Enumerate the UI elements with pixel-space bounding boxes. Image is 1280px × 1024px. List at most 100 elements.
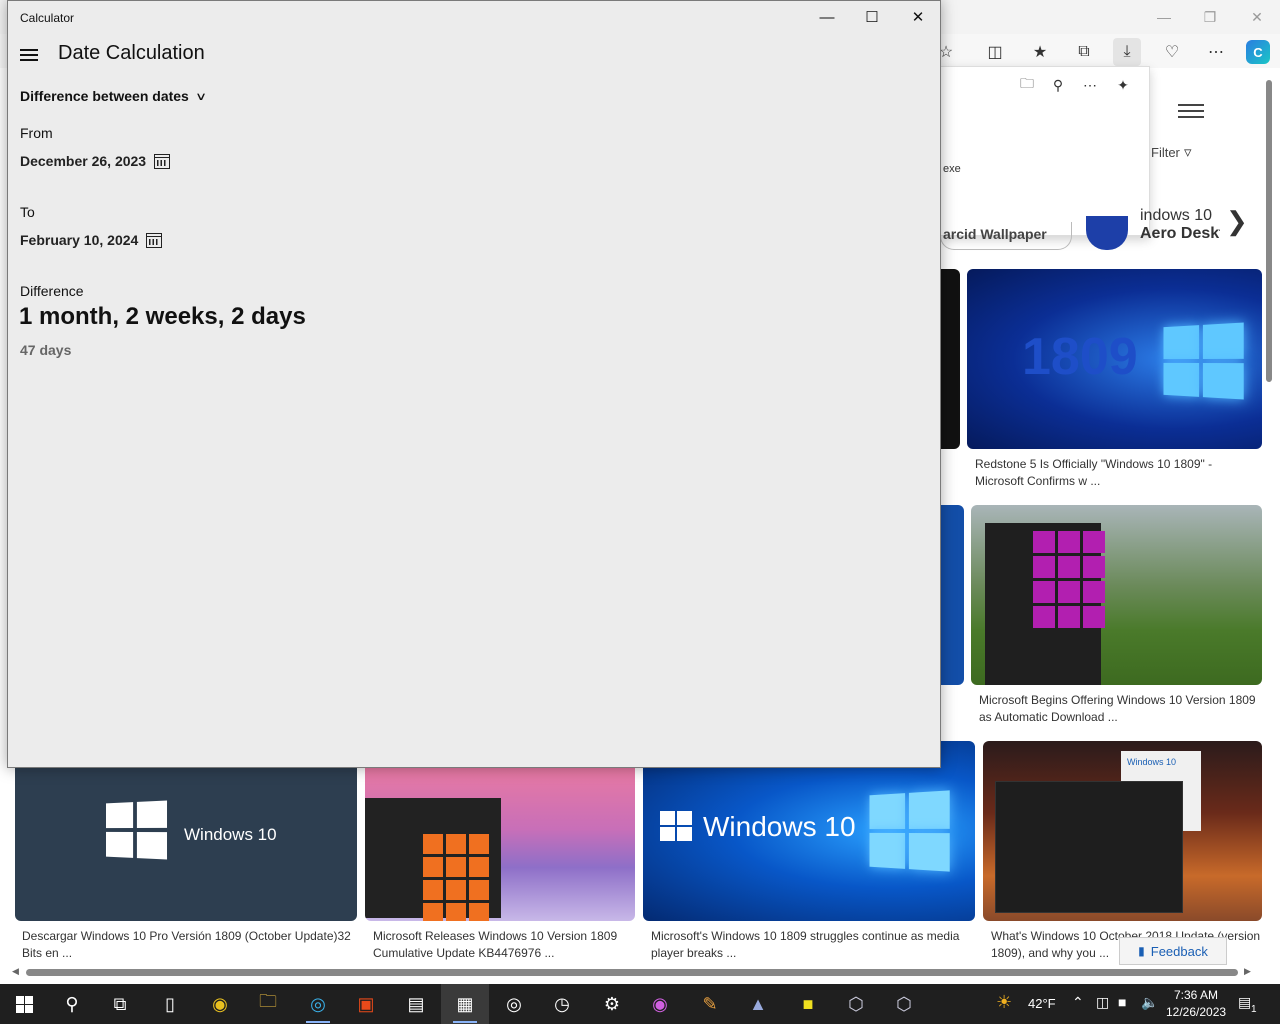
file-explorer-image: [995, 781, 1183, 913]
navigation-menu-icon[interactable]: [20, 46, 38, 62]
scroll-right-icon[interactable]: ▶: [1244, 966, 1251, 977]
image-result-october[interactable]: Windows 10: [983, 741, 1262, 921]
download-file-name[interactable]: exe: [943, 163, 961, 175]
groove-icon[interactable]: ◎: [490, 984, 538, 1024]
pin-icon[interactable]: ✦: [1111, 73, 1135, 97]
favorites-icon[interactable]: ★: [1026, 38, 1054, 66]
result-caption[interactable]: Redstone 5 Is Officially "Windows 10 180…: [975, 456, 1255, 490]
horizontal-scrollbar[interactable]: ◀ ▶: [12, 966, 1252, 980]
related-search-chip[interactable]: arcid Wallpaper: [940, 222, 1072, 250]
related-search-thumbnail[interactable]: [1086, 216, 1128, 250]
maps-icon[interactable]: ◉: [636, 984, 684, 1024]
notepad-icon[interactable]: ▯: [146, 984, 194, 1024]
task-view-icon[interactable]: ⧉: [96, 984, 144, 1024]
network-icon[interactable]: ■: [1118, 994, 1126, 1010]
image-text-windows10: Windows 10: [703, 811, 856, 842]
image-text-windows10: Windows 10: [1127, 757, 1177, 767]
scrollbar-thumb[interactable]: [26, 969, 1238, 976]
result-caption[interactable]: Microsoft's Windows 10 1809 struggles co…: [651, 928, 976, 962]
file-explorer-icon[interactable]: 🗀: [244, 984, 292, 1024]
clock[interactable]: 7:36 AM 12/26/2023: [1166, 987, 1226, 1021]
scrollbar-thumb[interactable]: [1266, 80, 1272, 382]
clock-time: 7:36 AM: [1173, 988, 1219, 1002]
calculator-icon[interactable]: ▦: [441, 984, 489, 1024]
close-button[interactable]: ✕: [895, 1, 941, 33]
chevron-up-icon[interactable]: ⌃: [1072, 994, 1084, 1011]
difference-label: Difference: [20, 283, 84, 299]
start-button[interactable]: [0, 984, 48, 1024]
calculation-mode-dropdown[interactable]: Difference between dates ∨: [20, 88, 207, 104]
volume-muted-icon[interactable]: 🔈: [1141, 994, 1158, 1011]
more-options-icon[interactable]: ⋯: [1202, 38, 1230, 66]
feedback-button[interactable]: ▮ Feedback: [1119, 937, 1227, 965]
image-result-redstone[interactable]: 1809: [967, 269, 1262, 449]
snip-icon[interactable]: ▲: [734, 984, 782, 1024]
result-caption[interactable]: Microsoft Begins Offering Windows 10 Ver…: [979, 692, 1261, 726]
clock-date: 12/26/2023: [1166, 1005, 1227, 1019]
weather-temperature[interactable]: 42°F: [1028, 996, 1056, 1011]
calculator-window: Calculator — ☐ ✕ Date Calculation Differ…: [7, 0, 941, 768]
browser-essentials-icon[interactable]: ♡: [1158, 38, 1186, 66]
to-date-picker[interactable]: February 10, 2024: [20, 232, 163, 248]
windows-logo-icon: [869, 790, 950, 872]
browser-restore-button[interactable]: ❐: [1187, 0, 1233, 34]
calculation-mode-label: Difference between dates: [20, 88, 189, 104]
from-date-value: December 26, 2023: [20, 153, 147, 169]
result-caption[interactable]: Microsoft Releases Windows 10 Version 18…: [373, 928, 638, 962]
image-result-partial[interactable]: [940, 269, 960, 449]
start-menu-image: [365, 798, 501, 921]
search-icon[interactable]: ⚲: [48, 984, 96, 1024]
feedback-label: Feedback: [1150, 943, 1208, 959]
image-result-descargar[interactable]: Windows 10: [15, 768, 357, 921]
to-date-value: February 10, 2024: [20, 232, 139, 248]
window-title: Calculator: [20, 11, 75, 25]
chevron-right-icon[interactable]: ❯: [1226, 206, 1248, 237]
weather-icon[interactable]: ☀: [996, 992, 1012, 1013]
copilot-icon[interactable]: C: [1246, 40, 1270, 64]
3d-viewer-icon[interactable]: ⬡: [832, 984, 880, 1024]
result-caption[interactable]: Descargar Windows 10 Pro Versión 1809 (O…: [22, 928, 357, 962]
hamburger-menu-icon[interactable]: [1178, 100, 1204, 122]
page-title: Date Calculation: [58, 42, 205, 64]
windows-logo-icon: [660, 811, 692, 841]
network-device-icon[interactable]: ◫: [1096, 994, 1109, 1011]
calendar-icon: [146, 232, 163, 248]
collections-icon[interactable]: ⧉: [1070, 38, 1098, 66]
movies-icon[interactable]: ▤: [392, 984, 440, 1024]
notification-icon[interactable]: ▤: [1238, 994, 1251, 1011]
open-folder-icon[interactable]: 🗀: [1015, 73, 1039, 97]
office-icon[interactable]: ▣: [342, 984, 390, 1024]
image-result-struggles[interactable]: Windows 10: [643, 741, 975, 921]
settings-gear-icon[interactable]: ⚙: [588, 984, 636, 1024]
paint-icon[interactable]: ✎: [686, 984, 734, 1024]
difference-result: 1 month, 2 weeks, 2 days: [19, 303, 306, 330]
split-screen-icon[interactable]: ◫: [981, 38, 1009, 66]
downloads-panel: 🗀 ⚲ ⋯ ✦ exe: [940, 66, 1150, 236]
related-search-chip-text[interactable]: indows 10 Aero Deskto: [1140, 207, 1220, 243]
browser-close-button[interactable]: ✕: [1234, 0, 1280, 34]
from-date-picker[interactable]: December 26, 2023: [20, 153, 171, 169]
windows-logo-icon: [1163, 322, 1244, 400]
more-icon[interactable]: ⋯: [1078, 73, 1102, 97]
alarms-icon[interactable]: ◷: [538, 984, 586, 1024]
sticky-notes-icon[interactable]: ■: [784, 984, 832, 1024]
notification-count: 1: [1251, 1004, 1257, 1015]
maximize-button[interactable]: ☐: [849, 1, 895, 33]
minimize-button[interactable]: —: [804, 1, 850, 33]
edge-icon[interactable]: ◎: [294, 984, 342, 1024]
chip-line-1: indows 10: [1140, 207, 1213, 224]
downloads-icon[interactable]: ⤓: [1113, 38, 1141, 66]
image-result-offering[interactable]: [971, 505, 1262, 685]
image-result-releases[interactable]: [365, 768, 635, 921]
image-result-partial[interactable]: [940, 505, 964, 685]
virtualbox-icon[interactable]: ⬡: [880, 984, 928, 1024]
windows-logo-icon: [106, 800, 168, 860]
browser-minimize-button[interactable]: —: [1141, 0, 1187, 34]
to-label: To: [20, 204, 35, 220]
filter-icon[interactable]: ▿: [1184, 143, 1192, 161]
vertical-scrollbar[interactable]: [1264, 76, 1274, 966]
scroll-left-icon[interactable]: ◀: [12, 966, 19, 977]
chrome-icon[interactable]: ◉: [196, 984, 244, 1024]
search-icon[interactable]: ⚲: [1046, 73, 1070, 97]
filter-label[interactable]: Filter: [1151, 145, 1180, 160]
